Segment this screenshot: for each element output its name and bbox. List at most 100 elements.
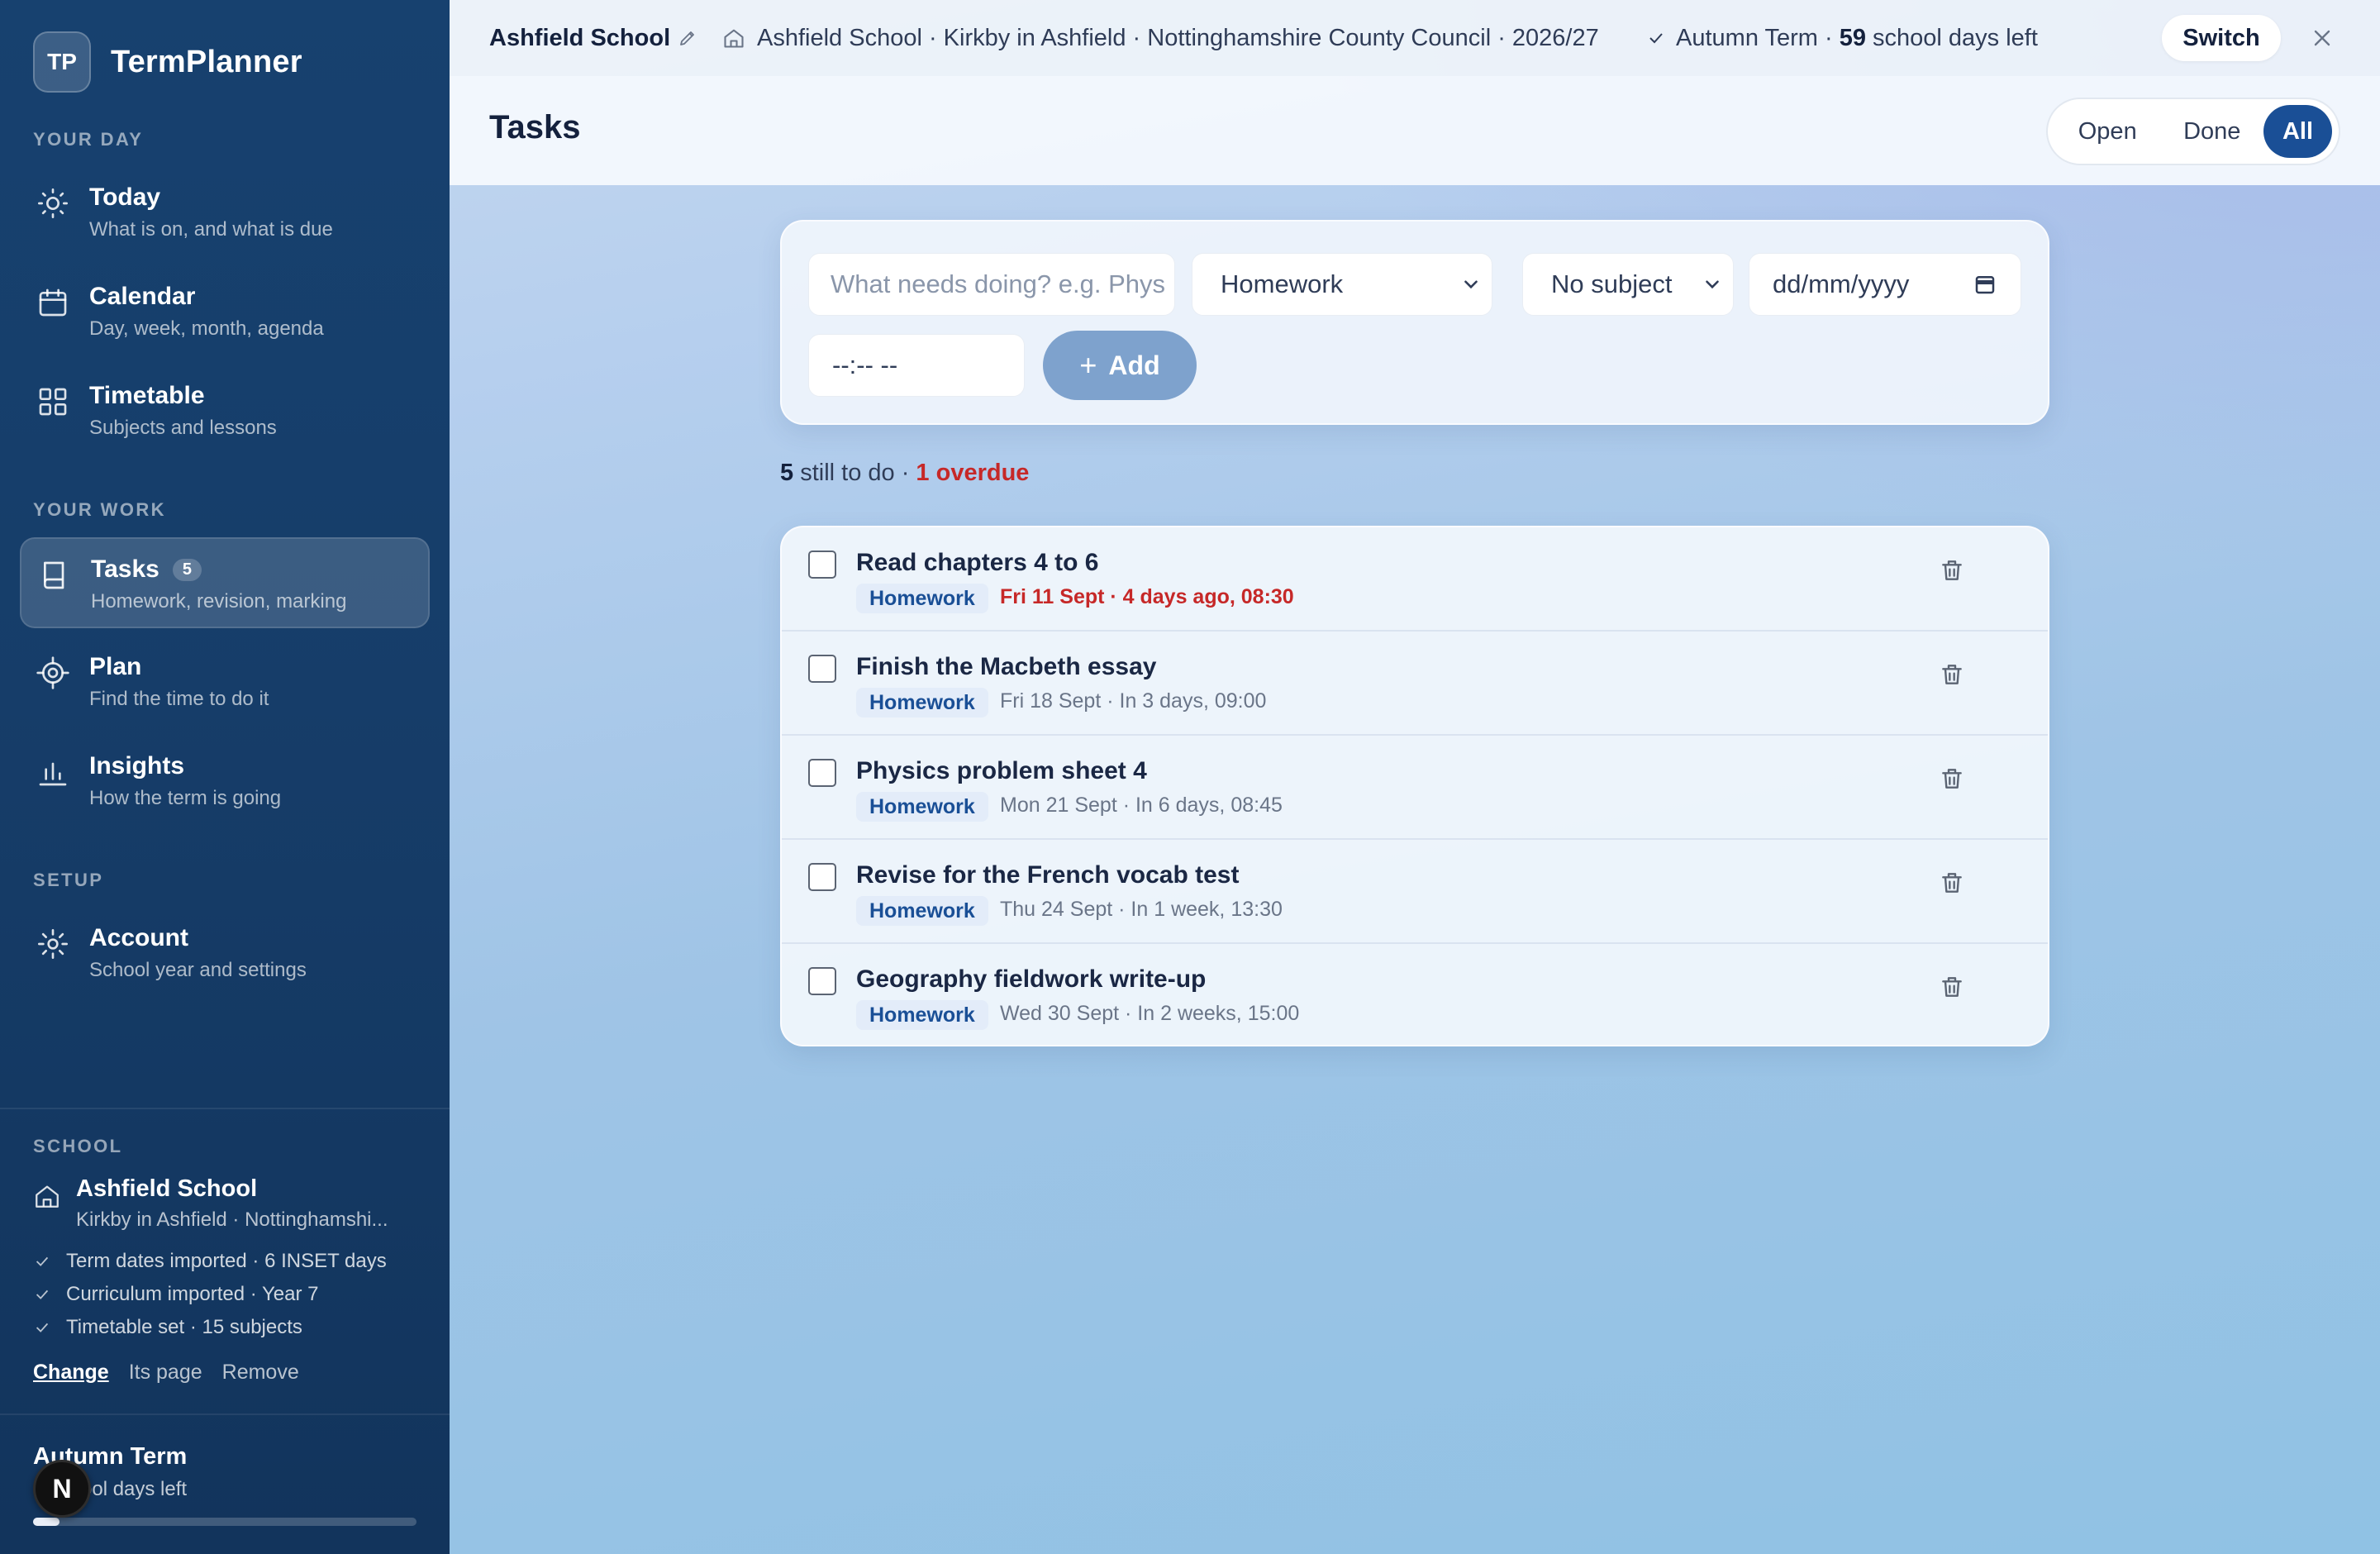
close-icon[interactable] — [2309, 25, 2335, 51]
todo-count: 5 — [780, 460, 794, 486]
school-check-curriculum: Curriculum imported · Year 7 — [33, 1283, 318, 1306]
due-time-input[interactable]: --:-- -- — [808, 334, 1025, 397]
page-title: Tasks — [489, 109, 581, 145]
sidebar-item-calendar[interactable]: Calendar Day, week, month, agenda — [20, 266, 430, 357]
due-date-input[interactable]: dd/mm/yyyy — [1749, 253, 2021, 316]
brand-logo: TP — [33, 31, 91, 93]
sun-icon — [36, 187, 69, 220]
task-type-select[interactable]: Homework — [1192, 253, 1492, 316]
sidebar-item-label: Account — [89, 924, 188, 951]
term-progress-bar — [33, 1518, 416, 1526]
task-due: Mon 21 Sept · In 6 days, 08:45 — [1000, 794, 1283, 817]
switch-button[interactable]: Switch — [2162, 15, 2281, 61]
trash-icon[interactable] — [1939, 870, 1965, 896]
sidebar-item-sub: Homework, revision, marking — [91, 590, 347, 613]
table-row: Revise for the French vocab test Homework… — [782, 840, 2048, 944]
trash-icon[interactable] — [1939, 974, 1965, 1000]
change-school-link[interactable]: Change — [33, 1361, 109, 1385]
task-filter-toggle: Open Done All — [2046, 98, 2340, 165]
avatar[interactable]: N — [33, 1460, 91, 1518]
brand[interactable]: TP TermPlanner — [33, 31, 302, 93]
school-location: Kirkby in Ashfield · Nottinghamshi... — [76, 1208, 388, 1231]
top-bar: Ashfield School Ashfield School · Kirkby… — [450, 0, 2380, 76]
school-check-term-dates: Term dates imported · 6 INSET days — [33, 1250, 387, 1273]
sidebar-item-label: Insights — [89, 752, 185, 779]
book-icon — [38, 559, 71, 592]
sidebar-item-label: Today — [89, 184, 161, 211]
task-type-badge: Homework — [856, 1000, 988, 1030]
sidebar-item-sub: Find the time to do it — [89, 688, 269, 710]
term-progress-panel: Autumn Term ool days left — [33, 1443, 416, 1526]
task-input[interactable]: What needs doing? e.g. Phys — [808, 253, 1175, 316]
topbar-school-name[interactable]: Ashfield School — [489, 25, 670, 52]
main-area: Ashfield School Ashfield School · Kirkby… — [450, 0, 2380, 1554]
sidebar-item-today[interactable]: Today What is on, and what is due — [20, 167, 430, 258]
task-type-badge: Homework — [856, 896, 988, 926]
check-icon — [36, 1256, 49, 1266]
overdue-count: 1 overdue — [916, 460, 1030, 486]
sidebar-item-plan[interactable]: Plan Find the time to do it — [20, 636, 430, 727]
days-left-count: 59 — [1839, 24, 1866, 51]
school-page-link[interactable]: Its page — [129, 1361, 202, 1385]
school-row — [33, 1179, 61, 1210]
section-label-setup: SETUP — [33, 870, 104, 890]
sidebar-item-sub: How the term is going — [89, 787, 282, 809]
tasks-count-badge: 5 — [172, 558, 202, 581]
due-date-value: dd/mm/yyyy — [1773, 269, 1910, 298]
sidebar-item-sub: Day, week, month, agenda — [89, 317, 324, 340]
sidebar-item-label: Timetable — [89, 382, 205, 409]
sidebar-item-account[interactable]: Account School year and settings — [20, 908, 430, 999]
check-icon — [1646, 28, 1666, 48]
term-prefix: Autumn Term · — [1676, 24, 1840, 51]
filter-all-button[interactable]: All — [2263, 105, 2332, 158]
task-checkbox[interactable] — [808, 967, 836, 995]
bar-chart-icon — [36, 756, 69, 789]
school-home-icon — [33, 1182, 61, 1210]
term-title: Autumn Term — [33, 1443, 188, 1470]
add-task-form: What needs doing? e.g. Phys Homework No … — [780, 220, 2049, 425]
task-checkbox[interactable] — [808, 655, 836, 683]
chevron-down-icon — [1464, 280, 1478, 289]
calendar-icon — [36, 286, 69, 319]
sidebar-divider — [0, 1108, 450, 1109]
sidebar-item-tasks[interactable]: Tasks 5 Homework, revision, marking — [20, 537, 430, 628]
check-icon — [36, 1289, 49, 1299]
remove-school-link[interactable]: Remove — [222, 1361, 299, 1385]
sidebar: TP TermPlanner YOUR DAY Today What is on… — [0, 0, 450, 1554]
calendar-icon[interactable] — [1973, 272, 1997, 297]
task-list: Read chapters 4 to 6 Homework Fri 11 Sept … — [780, 526, 2049, 1046]
plus-icon: + — [1079, 348, 1097, 382]
school-name: Ashfield School — [76, 1175, 258, 1202]
sidebar-item-label: Calendar — [89, 283, 196, 310]
sidebar-item-sub: School year and settings — [89, 959, 307, 981]
trash-icon[interactable] — [1939, 765, 1965, 792]
task-title: Read chapters 4 to 6 — [856, 549, 1099, 576]
task-type-badge: Homework — [856, 688, 988, 717]
term-suffix: school days left — [1865, 24, 2038, 51]
task-checkbox[interactable] — [808, 759, 836, 787]
sidebar-item-sub: What is on, and what is due — [89, 218, 333, 241]
task-checkbox[interactable] — [808, 863, 836, 891]
sidebar-item-sub: Subjects and lessons — [89, 417, 277, 439]
filter-done-button[interactable]: Done — [2160, 105, 2263, 158]
task-checkbox[interactable] — [808, 551, 836, 579]
task-type-badge: Homework — [856, 792, 988, 822]
edit-pencil-icon[interactable] — [678, 28, 697, 48]
add-label: Add — [1108, 350, 1160, 380]
check-text: Timetable set · 15 subjects — [66, 1316, 302, 1338]
trash-icon[interactable] — [1939, 557, 1965, 584]
task-title: Geography fieldwork write-up — [856, 965, 1207, 993]
add-task-button[interactable]: + Add — [1043, 331, 1197, 400]
filter-open-button[interactable]: Open — [2054, 105, 2160, 158]
task-due: Wed 30 Sept · In 2 weeks, 15:00 — [1000, 1002, 1300, 1025]
chevron-down-icon — [1706, 280, 1719, 289]
sidebar-item-insights[interactable]: Insights How the term is going — [20, 736, 430, 827]
sidebar-divider — [0, 1413, 450, 1415]
sidebar-item-timetable[interactable]: Timetable Subjects and lessons — [20, 365, 430, 456]
sidebar-item-label: Tasks 5 — [91, 555, 202, 584]
subject-select[interactable]: No subject — [1522, 253, 1734, 316]
task-due: Thu 24 Sept · In 1 week, 13:30 — [1000, 898, 1283, 921]
task-due: Fri 11 Sept · 4 days ago, 08:30 — [1000, 585, 1294, 608]
trash-icon[interactable] — [1939, 661, 1965, 688]
section-label-your-work: YOUR WORK — [33, 499, 166, 520]
